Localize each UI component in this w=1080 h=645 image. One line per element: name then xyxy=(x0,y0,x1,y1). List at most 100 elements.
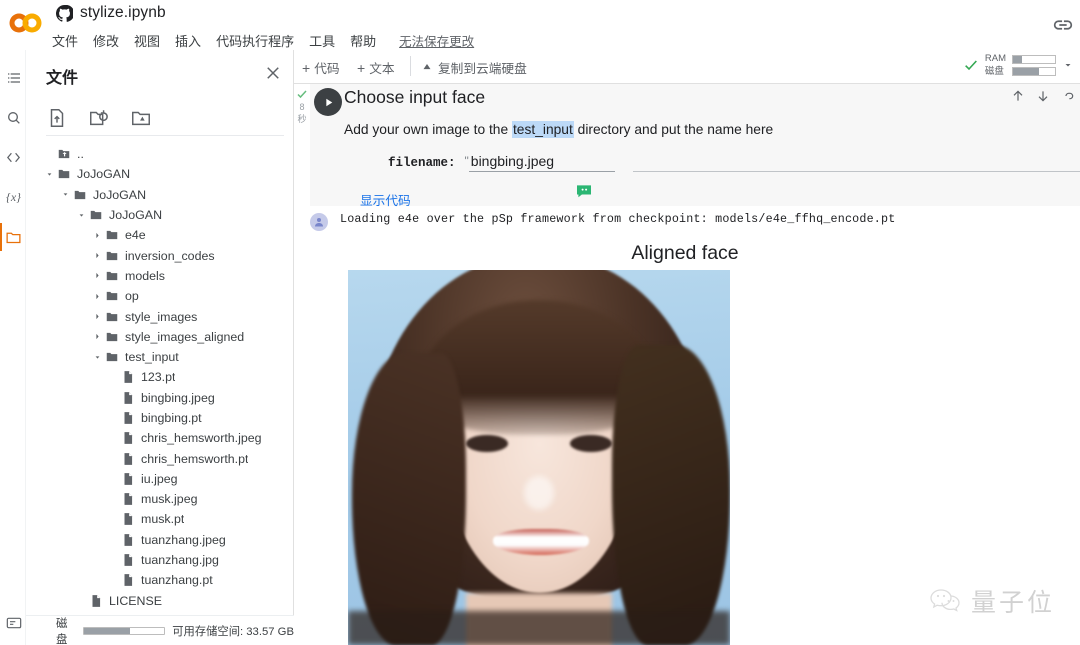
chevron-down-icon[interactable] xyxy=(44,169,55,180)
disk-progress-fill xyxy=(83,627,131,634)
file-tree[interactable]: .. JoJoGAN JoJoGAN JoJoGAN e4e inversion_code… xyxy=(26,144,294,642)
folder-icon xyxy=(105,350,125,364)
tree-folder-row[interactable]: e4e xyxy=(26,225,294,245)
cell-description: Add your own image to the test_input dir… xyxy=(344,121,1080,138)
menu-item-runtime[interactable]: 代码执行程序 xyxy=(216,31,294,50)
disk-free-text: 可用存储空间: 33.57 GB xyxy=(172,625,294,638)
tree-file-row[interactable]: chris_hemsworth.pt xyxy=(26,448,294,468)
files-icon[interactable] xyxy=(0,223,24,251)
output-log-text: Loading e4e over the pSp framework from … xyxy=(340,212,896,226)
form-field-secondary[interactable] xyxy=(632,152,1080,172)
chevron-right-icon[interactable] xyxy=(92,270,103,281)
plus-icon: + xyxy=(302,59,311,76)
chevron-down-icon[interactable] xyxy=(60,189,71,200)
move-cell-up-icon[interactable] xyxy=(1010,88,1026,104)
run-cell-button[interactable] xyxy=(314,88,342,116)
tree-folder-row[interactable]: JoJoGAN xyxy=(26,164,294,184)
tree-folder-row[interactable]: JoJoGAN xyxy=(26,185,294,205)
chevron-right-icon[interactable] xyxy=(92,291,103,302)
tree-file-row[interactable]: LICENSE xyxy=(26,591,294,611)
form-cell: Choose input face Add your own image to … xyxy=(310,84,1080,209)
file-icon xyxy=(121,512,141,526)
tree-file-row[interactable]: 123.pt xyxy=(26,367,294,387)
chevron-right-icon[interactable] xyxy=(92,250,103,261)
tree-folder-row[interactable]: op xyxy=(26,286,294,306)
show-code-link[interactable]: 显示代码 xyxy=(360,190,411,209)
folder-icon xyxy=(73,188,93,202)
chevron-right-icon[interactable] xyxy=(92,331,103,342)
tree-folder-row[interactable]: style_images xyxy=(26,306,294,326)
resource-usage-widget[interactable]: RAM 磁盘 xyxy=(963,53,1074,77)
tree-folder-row[interactable]: test_input xyxy=(26,347,294,367)
disk-usage-bar: 磁盘 可用存储空间: 33.57 GB xyxy=(26,615,294,645)
menu-item-help[interactable]: 帮助 xyxy=(350,31,376,50)
filename-input[interactable] xyxy=(468,153,615,172)
tree-file-row[interactable]: musk.jpeg xyxy=(26,489,294,509)
tree-item-label: tuanzhang.jpg xyxy=(141,553,219,568)
chevron-down-icon[interactable] xyxy=(76,210,87,221)
copy-to-drive-button[interactable]: 复制到云端硬盘 xyxy=(420,58,527,77)
tree-folder-row[interactable]: style_images_aligned xyxy=(26,327,294,347)
tree-folder-row[interactable]: JoJoGAN xyxy=(26,205,294,225)
tree-file-row[interactable]: bingbing.pt xyxy=(26,408,294,428)
add-code-cell-button[interactable]: + 代码 xyxy=(302,58,340,77)
add-text-cell-button[interactable]: + 文本 xyxy=(357,58,395,77)
tree-file-row[interactable]: tuanzhang.jpg xyxy=(26,550,294,570)
shoulder-shape xyxy=(348,611,730,645)
mount-drive-icon[interactable] xyxy=(130,107,152,129)
disk-progress-track xyxy=(82,626,166,635)
file-icon xyxy=(121,533,141,547)
chevron-right-icon[interactable] xyxy=(92,230,103,241)
tree-item-label: 123.pt xyxy=(141,370,176,385)
chevron-down-icon[interactable] xyxy=(1062,59,1074,71)
run-cell-icon xyxy=(325,98,332,106)
tree-folder-row[interactable]: models xyxy=(26,266,294,286)
file-icon xyxy=(121,431,141,445)
menu-bar: 文件 修改 视图 插入 代码执行程序 工具 帮助 无法保存更改 xyxy=(52,31,474,50)
file-icon xyxy=(121,452,141,466)
tree-item-label: models xyxy=(125,268,165,283)
tree-file-row[interactable]: tuanzhang.jpeg xyxy=(26,530,294,550)
file-title-row[interactable]: stylize.ipynb xyxy=(56,4,166,22)
files-panel: 文件 .. JoJoGAN JoJoGAN JoJoGAN e4e inversion_c… xyxy=(26,50,294,645)
variables-icon[interactable]: {x} xyxy=(3,187,24,208)
tree-file-row[interactable]: tuanzhang.pt xyxy=(26,570,294,590)
folder-icon xyxy=(105,330,125,344)
tree-file-row[interactable]: musk.pt xyxy=(26,509,294,529)
menu-item-view[interactable]: 视图 xyxy=(134,31,160,50)
ram-track xyxy=(1012,54,1056,64)
hair-left-shape xyxy=(351,352,467,645)
menu-item-tools[interactable]: 工具 xyxy=(309,31,335,50)
table-of-contents-icon[interactable] xyxy=(3,67,24,88)
move-cell-down-icon[interactable] xyxy=(1035,88,1051,104)
output-log-row: Loading e4e over the pSp framework from … xyxy=(310,212,895,231)
tree-file-row[interactable]: bingbing.jpeg xyxy=(26,388,294,408)
tree-folder-row[interactable]: inversion_codes xyxy=(26,245,294,265)
link-icon[interactable] xyxy=(1052,14,1074,36)
tree-file-row[interactable]: chris_hemsworth.jpeg xyxy=(26,428,294,448)
eye-right xyxy=(569,435,612,452)
tree-item-label: JoJoGAN xyxy=(109,208,163,223)
menu-item-insert[interactable]: 插入 xyxy=(175,31,201,50)
terminal-icon[interactable] xyxy=(5,615,23,631)
menu-item-edit[interactable]: 修改 xyxy=(93,31,119,50)
tree-item-label: style_images xyxy=(125,309,198,324)
chevron-down-icon[interactable] xyxy=(92,352,103,363)
face-image-canvas xyxy=(348,270,730,645)
chevron-right-icon[interactable] xyxy=(92,311,103,322)
tree-item-label: op xyxy=(125,289,139,304)
tree-file-row[interactable]: iu.jpeg xyxy=(26,469,294,489)
save-status[interactable]: 无法保存更改 xyxy=(399,31,474,50)
close-icon[interactable] xyxy=(264,64,282,82)
tree-item-label: bingbing.pt xyxy=(141,411,202,425)
tree-item-label: LICENSE xyxy=(109,593,163,608)
github-icon xyxy=(56,4,73,22)
link-cell-icon[interactable] xyxy=(1060,88,1076,104)
refresh-folder-icon[interactable] xyxy=(88,107,110,129)
desc-before: Add your own image to the xyxy=(344,122,512,137)
menu-item-file[interactable]: 文件 xyxy=(52,31,78,50)
tree-parent-row[interactable]: .. xyxy=(26,144,294,164)
code-snippets-icon[interactable] xyxy=(3,147,24,168)
search-icon[interactable] xyxy=(3,107,24,128)
upload-file-icon[interactable] xyxy=(46,107,68,129)
